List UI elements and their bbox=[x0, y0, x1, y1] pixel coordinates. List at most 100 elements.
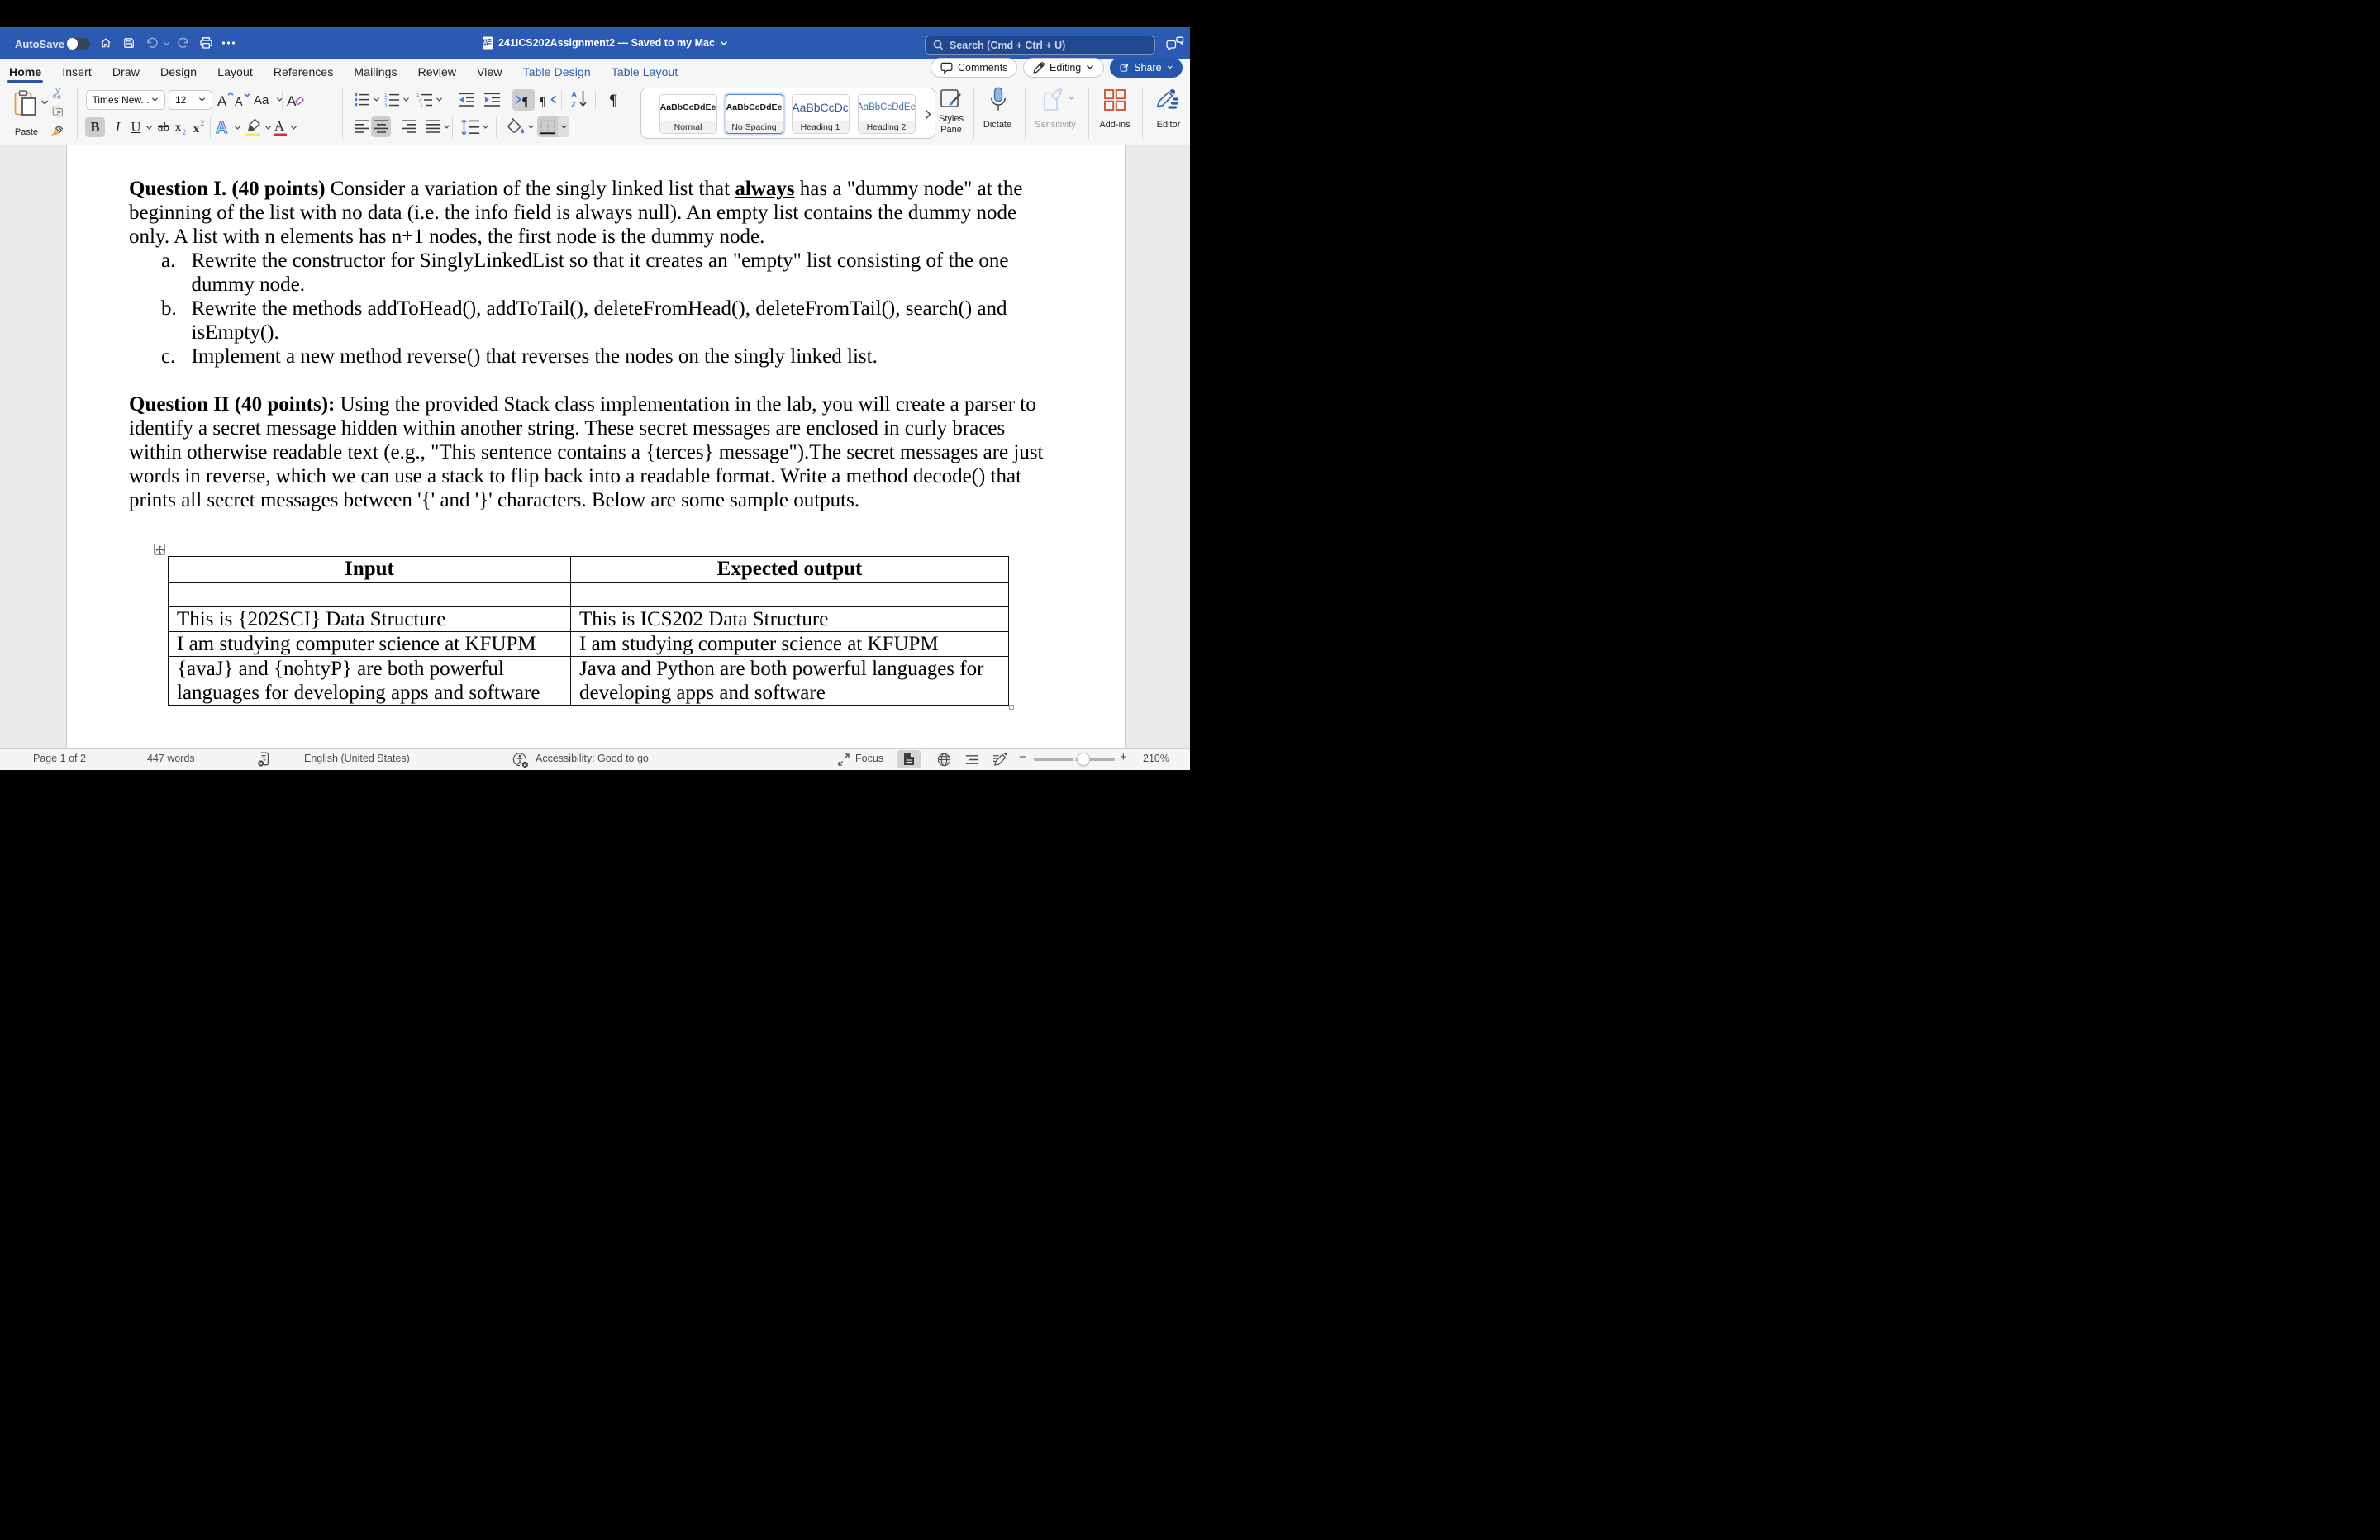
increase-indent-button[interactable] bbox=[483, 91, 501, 108]
table-cell[interactable]: I am studying computer science at KFUPM bbox=[169, 632, 571, 657]
multilevel-list-button[interactable]: 1ai bbox=[416, 91, 433, 108]
table-cell[interactable]: This is {202SCI} Data Structure bbox=[169, 607, 571, 632]
style-no-spacing[interactable]: AaBbCcDdEeNo Spacing bbox=[726, 94, 783, 135]
clear-formatting-button[interactable]: A bbox=[286, 90, 304, 109]
font-size-select[interactable]: 12 bbox=[169, 90, 212, 110]
table-cell[interactable] bbox=[169, 582, 571, 607]
editor-button[interactable] bbox=[1154, 87, 1179, 112]
text-highlight-chevron-icon[interactable] bbox=[264, 124, 272, 131]
font-color-chevron-icon[interactable] bbox=[289, 124, 298, 131]
underline-chevron-icon[interactable] bbox=[145, 124, 153, 131]
bullets-button[interactable] bbox=[354, 91, 370, 108]
addins-button[interactable] bbox=[1102, 88, 1127, 112]
word-count[interactable]: 447 words bbox=[147, 753, 195, 764]
document-title-group[interactable]: W 241ICS202Assignment2 — Saved to my Mac bbox=[482, 36, 728, 50]
underline-button[interactable]: U bbox=[129, 117, 143, 137]
spelling-status-icon[interactable] bbox=[257, 752, 270, 768]
sort-button[interactable]: AZ bbox=[570, 89, 589, 110]
redo-icon[interactable] bbox=[177, 36, 190, 50]
print-layout-view-button[interactable] bbox=[897, 750, 921, 768]
borders-chevron-icon[interactable] bbox=[558, 116, 569, 137]
bullets-chevron-icon[interactable] bbox=[372, 96, 380, 102]
change-case-button[interactable]: Aa bbox=[254, 91, 275, 108]
save-icon[interactable] bbox=[123, 37, 135, 49]
tab-references[interactable]: References bbox=[274, 59, 334, 83]
tab-view[interactable]: View bbox=[477, 59, 502, 83]
search-input[interactable]: Search (Cmd + Ctrl + U) bbox=[925, 36, 1155, 55]
numbering-chevron-icon[interactable] bbox=[402, 96, 410, 102]
tab-table-design[interactable]: Table Design bbox=[523, 59, 591, 83]
zoom-slider-knob[interactable] bbox=[1077, 753, 1090, 766]
style-heading-1[interactable]: AaBbCcDcHeading 1 bbox=[792, 94, 850, 135]
presence-icon[interactable] bbox=[1165, 36, 1185, 50]
draft-view-button[interactable] bbox=[988, 750, 1012, 768]
justify-button[interactable] bbox=[424, 118, 440, 135]
zoom-level[interactable]: 210% bbox=[1143, 753, 1169, 764]
show-marks-button[interactable]: ¶ bbox=[607, 89, 622, 110]
subscript-button[interactable]: x2 bbox=[175, 117, 190, 137]
undo-chevron-icon[interactable] bbox=[163, 40, 170, 47]
styles-pane-button[interactable] bbox=[939, 88, 964, 112]
format-painter-icon[interactable] bbox=[50, 123, 64, 137]
copy-icon[interactable] bbox=[51, 105, 64, 117]
print-icon[interactable] bbox=[199, 36, 213, 50]
strikethrough-button[interactable]: ab bbox=[155, 117, 172, 137]
tab-draw[interactable]: Draw bbox=[112, 59, 140, 83]
font-name-select[interactable]: Times New... bbox=[86, 90, 166, 110]
tab-review[interactable]: Review bbox=[418, 59, 457, 83]
document-page[interactable]: Question I. (40 points) Consider a varia… bbox=[66, 145, 1126, 748]
table-cell[interactable]: Java and Python are both powerful langua… bbox=[571, 657, 1009, 706]
tab-mailings[interactable]: Mailings bbox=[354, 59, 397, 83]
more-commands-icon[interactable] bbox=[221, 40, 236, 45]
tab-design[interactable]: Design bbox=[160, 59, 197, 83]
borders-button[interactable] bbox=[537, 116, 558, 137]
table-header-cell[interactable]: Input bbox=[169, 557, 571, 583]
tab-insert[interactable]: Insert bbox=[62, 59, 92, 83]
cut-icon[interactable] bbox=[51, 87, 64, 99]
table-cell[interactable]: {avaJ} and {nohtyP} are both powerful la… bbox=[169, 657, 571, 706]
text-effects-chevron-icon[interactable] bbox=[233, 124, 241, 131]
justify-chevron-icon[interactable] bbox=[442, 123, 450, 130]
italic-button[interactable]: I bbox=[111, 117, 125, 137]
accessibility-status[interactable]: Accessibility: Good to go bbox=[536, 753, 649, 764]
table-cell[interactable]: I am studying computer science at KFUPM bbox=[571, 632, 1009, 657]
web-layout-view-button[interactable] bbox=[931, 750, 956, 768]
language-indicator[interactable]: English (United States) bbox=[304, 753, 410, 764]
outline-view-button[interactable] bbox=[959, 750, 984, 768]
autosave-toggle[interactable] bbox=[67, 38, 90, 50]
style-heading-2[interactable]: AaBbCcDdEeHeading 2 bbox=[858, 94, 916, 135]
share-button[interactable]: Share bbox=[1110, 58, 1183, 78]
shading-button[interactable] bbox=[506, 116, 526, 137]
comments-button[interactable]: Comments bbox=[931, 58, 1017, 78]
page-indicator[interactable]: Page 1 of 2 bbox=[33, 753, 86, 764]
tab-home[interactable]: Home bbox=[9, 59, 41, 83]
shading-chevron-icon[interactable] bbox=[526, 123, 535, 130]
align-right-button[interactable] bbox=[400, 118, 416, 135]
table-header-cell[interactable]: Expected output bbox=[571, 557, 1009, 583]
tab-layout[interactable]: Layout bbox=[217, 59, 253, 83]
table-cell[interactable]: This is ICS202 Data Structure bbox=[571, 607, 1009, 632]
multilevel-chevron-icon[interactable] bbox=[435, 96, 443, 102]
undo-icon[interactable] bbox=[145, 36, 159, 50]
zoom-slider[interactable] bbox=[1034, 758, 1115, 761]
ltr-paragraph-button[interactable]: ¶ bbox=[512, 89, 535, 111]
align-left-button[interactable] bbox=[353, 118, 369, 135]
table-move-handle[interactable] bbox=[154, 544, 165, 555]
style-normal[interactable]: AaBbCcDdEeNormal bbox=[659, 94, 717, 135]
numbering-button[interactable]: 123 bbox=[383, 91, 400, 108]
paste-button[interactable] bbox=[14, 90, 38, 121]
sensitivity-button[interactable] bbox=[1040, 87, 1065, 112]
shrink-font-button[interactable]: A bbox=[234, 91, 250, 109]
zoom-out-button[interactable]: − bbox=[1019, 750, 1026, 764]
zoom-in-button[interactable]: + bbox=[1120, 750, 1127, 764]
font-color-button[interactable]: A bbox=[272, 116, 288, 137]
focus-button[interactable]: Focus bbox=[855, 753, 883, 764]
rtl-paragraph-button[interactable]: ¶ bbox=[538, 89, 558, 111]
line-spacing-chevron-icon[interactable] bbox=[481, 123, 489, 130]
text-highlight-button[interactable] bbox=[243, 116, 263, 137]
table-cell[interactable] bbox=[571, 582, 1009, 607]
decrease-indent-button[interactable] bbox=[458, 91, 475, 108]
home-icon[interactable] bbox=[100, 37, 112, 49]
tab-table-layout[interactable]: Table Layout bbox=[612, 59, 678, 83]
bold-button[interactable]: B bbox=[85, 117, 105, 137]
